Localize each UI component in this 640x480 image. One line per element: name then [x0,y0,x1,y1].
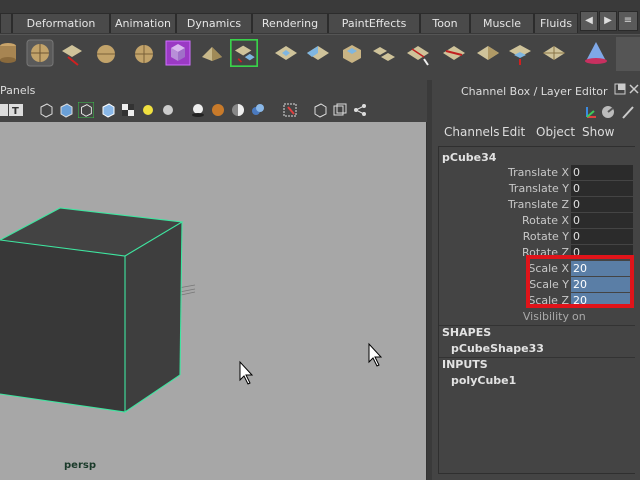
shapes-header: SHAPES [442,326,492,339]
object-name[interactable]: pCube34 [442,151,496,164]
tab-painteffects[interactable]: PaintEffects [328,13,420,33]
xray-icon[interactable] [312,102,328,118]
attr-value-rotate-y[interactable]: 0 [571,229,633,244]
default-light-icon[interactable] [160,102,176,118]
viewport-toolbar: T [0,100,426,122]
wireframe-on-shaded-icon[interactable] [78,102,94,118]
pick-tool-icon[interactable] [620,104,636,120]
input-node-name[interactable]: polyCube1 [451,374,516,387]
panel-splitter[interactable] [427,80,432,480]
scene-canvas [0,207,383,413]
shape-node-name[interactable]: pCubeShape33 [451,342,544,355]
attr-value-translate-x[interactable]: 0 [571,165,633,180]
bridge-icon[interactable] [370,39,398,67]
isolate-select-icon[interactable] [282,102,298,118]
tab-rendering[interactable]: Rendering [252,13,328,33]
attr-label-rotate-y[interactable]: Rotate Y [523,230,569,243]
tab-deformation[interactable]: Deformation [12,13,110,33]
plane-blue-icon[interactable] [272,39,300,67]
sphere-icon[interactable] [92,39,120,67]
append-polygon-icon[interactable] [474,39,502,67]
attr-value-visibility[interactable]: on [572,310,586,323]
selected-tool-icon[interactable] [230,39,258,67]
shelf-tab-partial[interactable] [0,13,12,33]
cylinder-icon[interactable] [0,39,28,67]
mouse-cursor-icon [239,360,254,385]
split-plane-icon[interactable] [304,39,332,67]
wireframe-cube-icon[interactable] [38,102,54,118]
float-panel-icon[interactable] [614,83,626,95]
wedge-icon[interactable] [198,39,226,67]
text-icon[interactable]: T [8,102,24,118]
tab-toon[interactable]: Toon [420,13,470,33]
svg-text:T: T [12,106,19,117]
attr-label-translate-z[interactable]: Translate Z [508,198,569,211]
light-icon[interactable] [140,102,156,118]
cut-faces-icon[interactable] [440,39,468,67]
tab-muscle[interactable]: Muscle [470,13,534,33]
close-panel-icon[interactable] [628,83,640,95]
scroll-left-icon[interactable]: ◀ [580,11,598,31]
shelf-scrollbar[interactable] [616,37,640,71]
attr-label-rotate-x[interactable]: Rotate X [522,214,569,227]
mouse-cursor-icon-2 [368,342,383,367]
smooth-shade-icon[interactable] [58,102,74,118]
axis-manip-icon[interactable] [584,104,598,120]
annotation-highlight-box [526,255,634,308]
sphere-icon-2[interactable] [130,39,158,67]
shadow-sphere-icon[interactable] [190,102,206,118]
shaded-cube-icon[interactable] [100,102,116,118]
cube-front-face[interactable] [0,240,125,412]
half-sphere-icon[interactable] [230,102,246,118]
panel-menu-bar: Panels [0,82,426,100]
channel-list: pCube34 Translate X 0 Translate Y 0 Tran… [438,146,637,474]
attr-value-translate-y[interactable]: 0 [571,181,633,196]
menu-channels[interactable]: Channels [444,125,500,139]
xray-joints-icon[interactable] [332,102,348,118]
extrude-icon[interactable] [58,39,86,67]
inputs-header: INPUTS [442,358,488,371]
tab-dynamics[interactable]: Dynamics [176,13,252,33]
manipulator-circle-icon[interactable] [600,104,616,120]
merge-icon[interactable] [540,39,568,67]
attr-label-visibility[interactable]: Visibility [523,310,569,323]
shelf-icon-bar [0,34,640,73]
attr-value-translate-z[interactable]: 0 [571,197,633,212]
multisample-icon[interactable] [250,102,266,118]
checker-icon[interactable] [120,102,136,118]
tab-fluids[interactable]: Fluids [534,13,578,33]
insert-edge-loop-icon[interactable] [506,39,534,67]
ambient-occlusion-icon[interactable] [210,102,226,118]
camera-label: persp [64,460,96,471]
bevel-icon[interactable] [338,39,366,67]
shelf-menu-icon[interactable]: ≡ [618,11,638,31]
shelf-tab-bar: Deformation Animation Dynamics Rendering… [0,0,640,34]
cube-purple-icon[interactable] [164,39,192,67]
channel-box-title: Channel Box / Layer Editor [461,85,608,98]
split-tool-icon[interactable] [404,39,432,67]
attr-label-translate-x[interactable]: Translate X [508,166,569,179]
perspective-viewport[interactable]: persp [0,122,428,480]
sculpt-cone-icon[interactable] [582,39,610,67]
scroll-right-icon[interactable]: ▶ [599,11,617,31]
graph-icon[interactable] [352,102,368,118]
menu-object[interactable]: Object [536,125,575,139]
menu-edit[interactable]: Edit [502,125,525,139]
tab-animation[interactable]: Animation [110,13,176,33]
attr-label-translate-y[interactable]: Translate Y [509,182,569,195]
panels-menu[interactable]: Panels [0,84,35,97]
menu-show[interactable]: Show [582,125,614,139]
attr-value-rotate-x[interactable]: 0 [571,213,633,228]
sphere-grid-icon[interactable] [26,39,54,67]
